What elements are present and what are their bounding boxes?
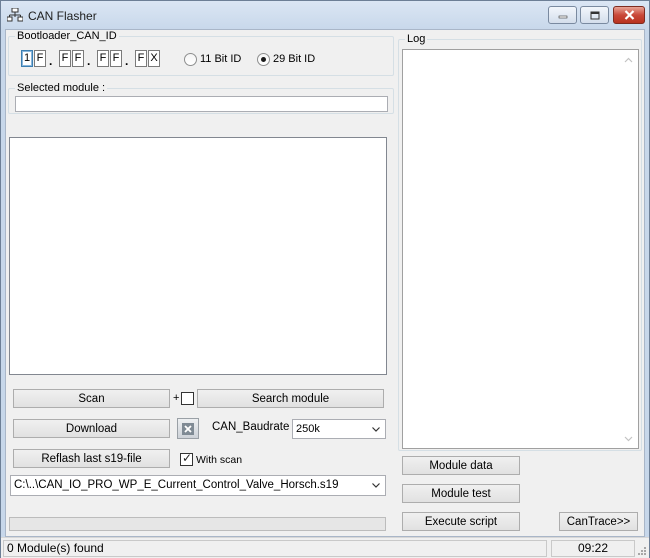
- log-box[interactable]: [402, 49, 639, 449]
- close-icon: [624, 10, 634, 20]
- id-separator: .: [125, 54, 129, 68]
- id-separator: .: [87, 54, 91, 68]
- id-separator: .: [49, 54, 53, 68]
- with-scan-label[interactable]: With scan: [196, 454, 242, 466]
- id-digit-7[interactable]: F: [135, 50, 147, 67]
- execute-script-button[interactable]: Execute script: [402, 512, 520, 531]
- id-digit-3[interactable]: F: [59, 50, 71, 67]
- baudrate-value: 250k: [296, 423, 320, 435]
- radio-11-bit-label[interactable]: 11 Bit ID: [200, 53, 241, 65]
- window-title: CAN Flasher: [28, 9, 97, 23]
- file-path-value: C:\..\CAN_IO_PRO_WP_E_Current_Control_Va…: [14, 479, 339, 491]
- minimize-button[interactable]: [548, 6, 577, 24]
- progress-bar: [9, 517, 386, 531]
- radio-29-bit-label[interactable]: 29 Bit ID: [273, 53, 315, 65]
- id-digit-1[interactable]: 1: [21, 50, 33, 67]
- scroll-up-icon[interactable]: [624, 57, 633, 63]
- id-digit-4[interactable]: F: [72, 50, 84, 67]
- time-status: 09:22: [551, 540, 635, 557]
- client-area: Bootloader_CAN_ID 1 F . F F . F F . F X …: [5, 29, 645, 537]
- id-digit-5[interactable]: F: [97, 50, 109, 67]
- status-bar: 0 Module(s) found 09:22: [1, 537, 649, 558]
- bootloader-label: Bootloader_CAN_ID: [15, 30, 119, 42]
- module-list[interactable]: [9, 137, 387, 375]
- reflash-button[interactable]: Reflash last s19-file: [13, 449, 170, 468]
- chevron-down-icon: [372, 483, 380, 488]
- plus-label: +: [173, 392, 180, 404]
- selected-module-label: Selected module :: [15, 82, 108, 94]
- scan-button[interactable]: Scan: [13, 389, 170, 408]
- cancel-button[interactable]: [177, 418, 199, 439]
- maximize-icon: [590, 11, 599, 19]
- bootloader-group: Bootloader_CAN_ID 1 F . F F . F F . F X …: [8, 30, 394, 76]
- scan-plus-checkbox[interactable]: [181, 392, 194, 405]
- search-module-button[interactable]: Search module: [197, 389, 384, 408]
- can-trace-button[interactable]: CanTrace>>: [559, 512, 638, 531]
- modules-found-status: 0 Module(s) found: [3, 540, 547, 557]
- id-digit-6[interactable]: F: [110, 50, 122, 67]
- baudrate-select[interactable]: 250k: [292, 419, 386, 439]
- network-icon: [7, 8, 23, 22]
- module-test-button[interactable]: Module test: [402, 484, 520, 503]
- radio-11-bit[interactable]: [184, 53, 197, 66]
- id-digit-8[interactable]: X: [148, 50, 160, 67]
- selected-module-field[interactable]: [15, 96, 388, 112]
- scroll-down-icon[interactable]: [624, 436, 633, 442]
- baudrate-label: CAN_Baudrate :: [212, 421, 296, 433]
- radio-29-bit[interactable]: [257, 53, 270, 66]
- id-digit-2[interactable]: F: [34, 50, 46, 67]
- module-data-button[interactable]: Module data: [402, 456, 520, 475]
- with-scan-checkbox[interactable]: [180, 451, 193, 466]
- close-button[interactable]: [613, 6, 645, 24]
- selected-module-group: Selected module :: [8, 82, 394, 114]
- close-icon: [182, 422, 194, 435]
- resize-grip-icon[interactable]: [637, 546, 647, 556]
- log-label: Log: [405, 33, 428, 45]
- log-group: Log: [398, 33, 642, 451]
- file-path-select[interactable]: C:\..\CAN_IO_PRO_WP_E_Current_Control_Va…: [10, 475, 386, 496]
- download-button[interactable]: Download: [13, 419, 170, 438]
- maximize-button[interactable]: [580, 6, 609, 24]
- main-window: CAN Flasher Bootloader_CAN_ID 1 F . F F …: [0, 0, 650, 558]
- minimize-icon: [558, 15, 567, 19]
- title-bar[interactable]: CAN Flasher: [1, 1, 649, 29]
- chevron-down-icon: [372, 427, 380, 432]
